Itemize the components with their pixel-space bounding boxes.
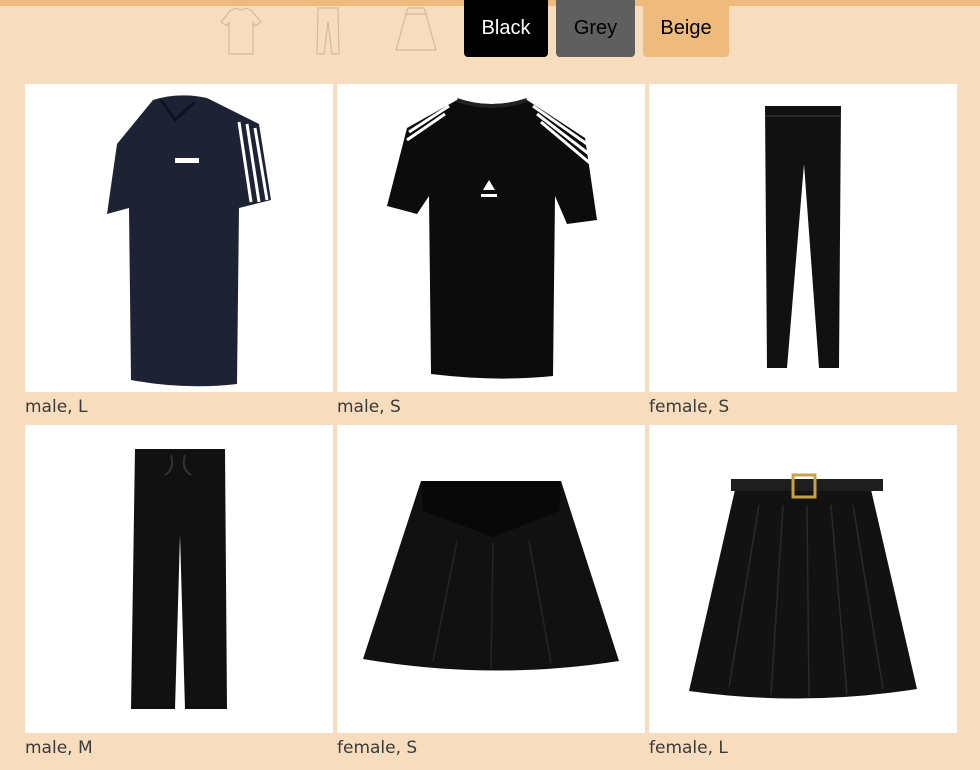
product-caption: female, S (337, 738, 418, 758)
product-card[interactable]: male, M (25, 425, 333, 765)
polo-shirt-image (25, 84, 333, 392)
color-black-button[interactable]: Black (464, 0, 548, 57)
drawstring-trousers-image (25, 425, 333, 733)
color-grey-button[interactable]: Grey (556, 0, 635, 57)
product-card[interactable]: male, S (337, 84, 645, 424)
product-caption: male, L (25, 397, 88, 417)
product-card[interactable]: female, L (649, 425, 957, 765)
product-card[interactable]: female, S (649, 84, 957, 424)
trousers-image (649, 84, 957, 392)
belted-pleated-skirt-image (649, 425, 957, 733)
product-caption: male, M (25, 738, 93, 758)
product-card[interactable]: female, S (337, 425, 645, 765)
pleated-skirt-image (337, 425, 645, 733)
color-beige-button[interactable]: Beige (643, 0, 729, 57)
product-caption: female, S (649, 397, 730, 417)
product-caption: female, L (649, 738, 728, 758)
tshirt-filter-icon[interactable] (217, 4, 265, 58)
tshirt-image (337, 84, 645, 392)
product-card[interactable]: male, L (25, 84, 333, 424)
product-caption: male, S (337, 397, 401, 417)
trousers-filter-icon[interactable] (304, 4, 352, 58)
skirt-filter-icon[interactable] (392, 4, 440, 58)
